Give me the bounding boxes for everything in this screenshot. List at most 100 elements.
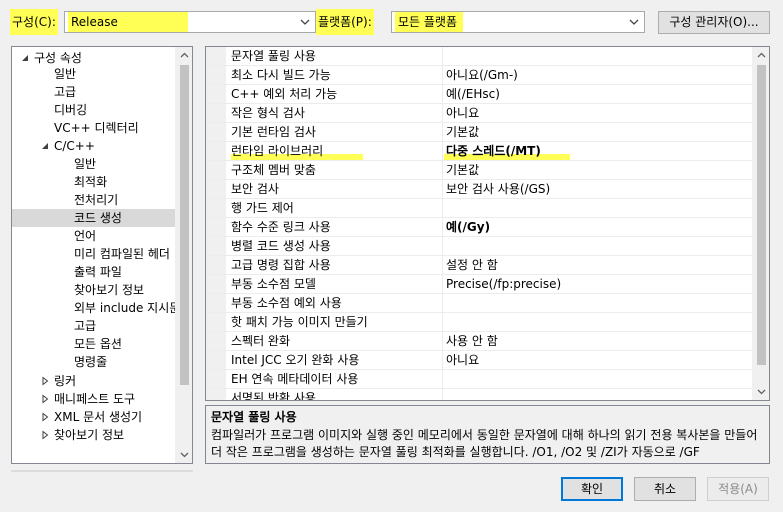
- tree-item-label: 출력 파일: [74, 265, 122, 279]
- property-row[interactable]: 최소 다시 빌드 가능 아니요(/Gm-): [206, 66, 754, 85]
- tree-scrollbar[interactable]: [175, 47, 192, 463]
- property-row[interactable]: 보안 검사 보안 검사 사용(/GS): [206, 180, 754, 199]
- tree-item[interactable]: 명령줄: [12, 353, 176, 371]
- tree-item[interactable]: 코드 생성: [12, 209, 176, 227]
- row-gutter: [206, 199, 226, 217]
- tree-item[interactable]: VC++ 디렉터리: [12, 119, 176, 137]
- column-separator: [442, 85, 443, 103]
- property-row[interactable]: 핫 패치 가능 이미지 만들기: [206, 313, 754, 332]
- apply-button[interactable]: 적용(A): [707, 477, 769, 501]
- grid-scroll-thumb[interactable]: [757, 65, 766, 365]
- collapsed-arrow-icon[interactable]: [40, 412, 50, 422]
- property-row[interactable]: 문자열 풀링 사용: [206, 47, 754, 66]
- row-gutter: [206, 142, 226, 160]
- property-value[interactable]: 예(/EHsc): [446, 85, 500, 103]
- tree-item-label: 링커: [54, 374, 77, 388]
- property-row[interactable]: 런타임 라이브러리 다중 스레드(/MT): [206, 142, 754, 161]
- tree-item[interactable]: 디버깅: [12, 101, 176, 119]
- tree-scroll-thumb[interactable]: [180, 65, 189, 385]
- tree-item[interactable]: XML 문서 생성기: [12, 408, 176, 426]
- ok-button[interactable]: 확인: [561, 477, 623, 501]
- column-separator: [442, 237, 443, 255]
- property-value[interactable]: 아니요: [446, 104, 479, 122]
- tree-item[interactable]: C/C++: [12, 137, 176, 155]
- tree-item-label: 찾아보기 정보: [54, 428, 125, 442]
- collapsed-arrow-icon[interactable]: [40, 376, 50, 386]
- property-name: 런타임 라이브러리: [231, 144, 324, 158]
- property-row[interactable]: 부동 소수점 모델 Precise(/fp:precise): [206, 275, 754, 294]
- property-value[interactable]: 예(/Gy): [446, 218, 490, 236]
- tree-item[interactable]: 찾아보기 정보: [12, 426, 176, 444]
- property-value[interactable]: Precise(/fp:precise): [446, 275, 561, 293]
- tree-item-label: 모든 옵션: [74, 337, 122, 351]
- tree-item[interactable]: 언어: [12, 227, 176, 245]
- scroll-down-icon[interactable]: [756, 386, 767, 397]
- row-gutter: [206, 389, 226, 400]
- property-name: C++ 예외 처리 가능: [231, 87, 338, 101]
- property-row[interactable]: 함수 수준 링크 사용 예(/Gy): [206, 218, 754, 237]
- property-row[interactable]: 기본 런타임 검사 기본값: [206, 123, 754, 142]
- property-row[interactable]: C++ 예외 처리 가능 예(/EHsc): [206, 85, 754, 104]
- property-row[interactable]: 고급 명령 집합 사용 설정 안 함: [206, 256, 754, 275]
- tree-item[interactable]: 모든 옵션: [12, 335, 176, 353]
- property-row[interactable]: 스펙터 완화 사용 안 함: [206, 332, 754, 351]
- platform-dropdown[interactable]: 모든 플랫폼: [391, 11, 645, 33]
- property-value[interactable]: 다중 스레드(/MT): [446, 142, 541, 160]
- column-separator: [442, 275, 443, 293]
- property-value[interactable]: 아니요: [446, 351, 479, 369]
- collapsed-arrow-icon[interactable]: [40, 394, 50, 404]
- config-manager-button[interactable]: 구성 관리자(O)...: [658, 11, 770, 34]
- column-separator: [442, 370, 443, 388]
- property-row[interactable]: 행 가드 제어: [206, 199, 754, 218]
- property-row[interactable]: 작은 형식 검사 아니요: [206, 104, 754, 123]
- collapsed-arrow-icon[interactable]: [40, 430, 50, 440]
- tree-item[interactable]: 링커: [12, 372, 176, 390]
- tree-item[interactable]: 외부 include 지시문: [12, 299, 180, 317]
- platform-label: 플랫폼(P):: [316, 9, 374, 35]
- property-row[interactable]: Intel JCC 오기 완화 사용 아니요: [206, 351, 754, 370]
- config-dropdown[interactable]: Release: [64, 11, 316, 33]
- tree-item[interactable]: 전처리기: [12, 191, 176, 209]
- property-value[interactable]: 기본값: [446, 123, 479, 141]
- expanded-arrow-icon[interactable]: [40, 141, 50, 151]
- tree-item[interactable]: 고급: [12, 317, 176, 335]
- tree-item-label: VC++ 디렉터리: [54, 121, 139, 135]
- cancel-button[interactable]: 취소: [634, 477, 696, 501]
- scroll-down-icon[interactable]: [179, 449, 190, 460]
- property-value[interactable]: 설정 안 함: [446, 256, 498, 274]
- property-name: 함수 수준 링크 사용: [231, 220, 331, 234]
- property-value[interactable]: 기본값: [446, 161, 479, 179]
- property-value[interactable]: 아니요(/Gm-): [446, 66, 518, 84]
- property-row[interactable]: EH 연속 메타데이터 사용: [206, 370, 754, 389]
- property-grid[interactable]: 문자열 풀링 사용 최소 다시 빌드 가능 아니요(/Gm-) C++ 예외 처리 가…: [205, 46, 770, 401]
- platform-value: 모든 플랫폼: [395, 12, 464, 32]
- property-value[interactable]: 보안 검사 사용(/GS): [446, 180, 550, 198]
- tree-item[interactable]: 최적화: [12, 173, 176, 191]
- property-row[interactable]: 부동 소수점 예외 사용: [206, 294, 754, 313]
- tree-item[interactable]: 미리 컴파일된 헤더: [12, 245, 176, 263]
- column-separator: [442, 389, 443, 400]
- row-gutter: [206, 123, 226, 141]
- row-gutter: [206, 294, 226, 312]
- grid-scrollbar[interactable]: [752, 47, 769, 400]
- property-name: 스펙터 완화: [231, 334, 291, 348]
- tree-item[interactable]: 일반: [12, 65, 176, 83]
- property-value[interactable]: 사용 안 함: [446, 332, 498, 350]
- property-row[interactable]: 병렬 코드 생성 사용: [206, 237, 754, 256]
- property-row[interactable]: 구조체 멤버 맞춤 기본값: [206, 161, 754, 180]
- property-tree[interactable]: 구성 속성 일반 고급 디버깅 VC++ 디렉터리 C/C++ 일반 최적화 전처리기 코드 생성…: [11, 46, 193, 464]
- property-row[interactable]: 서명된 반환 사용: [206, 389, 754, 400]
- scroll-up-icon[interactable]: [179, 50, 190, 61]
- row-gutter: [206, 332, 226, 350]
- tree-item[interactable]: 매니페스트 도구: [12, 390, 176, 408]
- expanded-arrow-icon[interactable]: [20, 53, 30, 63]
- description-text: 컴파일러가 프로그램 이미지와 실행 중인 메모리에서 동일한 문자열에 대해 …: [211, 428, 758, 459]
- tree-hscroll[interactable]: [11, 470, 193, 472]
- property-name: 병렬 코드 생성 사용: [231, 239, 331, 253]
- tree-item[interactable]: 고급: [12, 83, 176, 101]
- tree-item[interactable]: 찾아보기 정보: [12, 281, 176, 299]
- tree-item[interactable]: 출력 파일: [12, 263, 176, 281]
- tree-item[interactable]: 일반: [12, 155, 176, 173]
- column-separator: [442, 256, 443, 274]
- scroll-up-icon[interactable]: [756, 50, 767, 61]
